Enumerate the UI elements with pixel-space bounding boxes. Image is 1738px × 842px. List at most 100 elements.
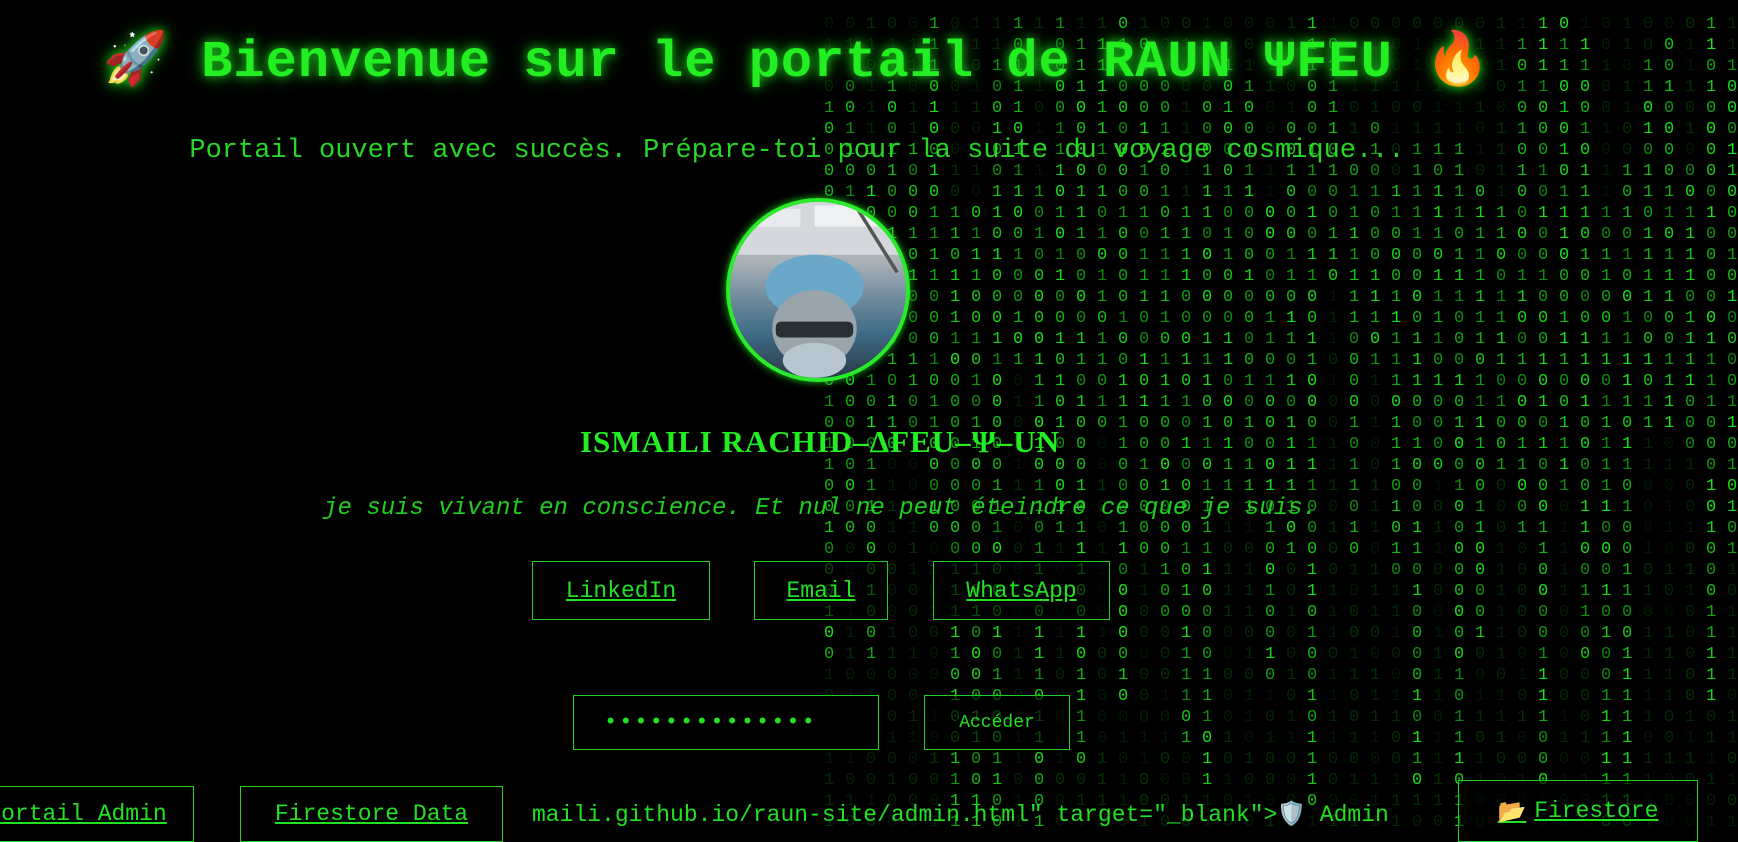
matrix-digit: 0 (1076, 309, 1086, 328)
matrix-digit: 0 (1118, 330, 1128, 349)
matrix-digit: 1 (1286, 309, 1296, 328)
matrix-digit: 0 (1706, 141, 1716, 160)
matrix-digit: 0 (1538, 246, 1548, 265)
matrix-digit: 1 (1454, 267, 1464, 286)
matrix-digit: 1 (1664, 498, 1674, 517)
matrix-digit: 0 (1181, 708, 1191, 727)
matrix-digit: 1 (992, 246, 1002, 265)
matrix-digit: 1 (1412, 330, 1422, 349)
matrix-digit: 1 (1013, 183, 1023, 202)
whatsapp-link[interactable]: WhatsApp (933, 561, 1110, 620)
firestore-link[interactable]: 📂 Firestore (1458, 780, 1698, 842)
matrix-digit: 0 (1265, 288, 1275, 307)
portal-admin-link[interactable]: Portail Admin (0, 786, 194, 842)
matrix-digit: 0 (1076, 645, 1086, 664)
matrix-digit: 0 (1706, 498, 1716, 517)
matrix-digit: 1 (1349, 267, 1359, 286)
matrix-digit: 0 (1685, 15, 1695, 34)
matrix-digit: 0 (1055, 477, 1065, 496)
matrix-digit: 1 (1370, 666, 1380, 685)
matrix-digit: 1 (1328, 309, 1338, 328)
matrix-digit: 0 (929, 645, 939, 664)
matrix-digit: 1 (1601, 246, 1611, 265)
matrix-digit: 1 (1160, 246, 1170, 265)
matrix-digit: 0 (1412, 267, 1422, 286)
matrix-digit: 1 (1370, 183, 1380, 202)
matrix-digit: 0 (1601, 372, 1611, 391)
matrix-digit: 0 (1727, 99, 1737, 118)
matrix-digit: 0 (971, 645, 981, 664)
matrix-digit: 0 (1265, 204, 1275, 223)
matrix-digit: 0 (1643, 519, 1653, 538)
matrix-digit: 0 (1391, 477, 1401, 496)
matrix-digit: 1 (845, 750, 855, 769)
matrix-digit: 1 (1349, 666, 1359, 685)
matrix-digit: 0 (1643, 477, 1653, 496)
email-link[interactable]: Email (754, 561, 888, 620)
matrix-digit: 1 (1076, 351, 1086, 370)
linkedin-link[interactable]: LinkedIn (532, 561, 710, 620)
matrix-digit: 1 (1643, 687, 1653, 706)
matrix-digit: 1 (950, 771, 960, 790)
matrix-digit: 0 (950, 246, 960, 265)
matrix-digit: 1 (1391, 288, 1401, 307)
matrix-digit: 1 (1475, 225, 1485, 244)
matrix-digit: 0 (1601, 15, 1611, 34)
matrix-digit: 0 (1643, 729, 1653, 748)
matrix-digit: 0 (1517, 330, 1527, 349)
matrix-digit: 1 (1643, 351, 1653, 370)
matrix-digit: 0 (1538, 477, 1548, 496)
matrix-digit: 1 (1223, 603, 1233, 622)
matrix-digit: 1 (1097, 330, 1107, 349)
matrix-digit: 1 (866, 372, 876, 391)
matrix-digit: 1 (1370, 267, 1380, 286)
matrix-digit: 0 (1118, 351, 1128, 370)
matrix-digit: 1 (1643, 57, 1653, 76)
matrix-digit: 1 (1391, 771, 1401, 790)
matrix-digit: 1 (1307, 246, 1317, 265)
matrix-digit: 0 (887, 561, 897, 580)
access-button[interactable]: Accéder (924, 695, 1070, 750)
matrix-digit: 0 (1685, 393, 1695, 412)
matrix-digit: 1 (1706, 393, 1716, 412)
matrix-digit: 0 (1706, 267, 1716, 286)
matrix-digit: 0 (845, 666, 855, 685)
matrix-digit: 1 (1076, 687, 1086, 706)
matrix-digit: 0 (1391, 729, 1401, 748)
matrix-digit: 0 (908, 393, 918, 412)
matrix-digit: 0 (1139, 687, 1149, 706)
matrix-digit: 1 (1643, 582, 1653, 601)
matrix-digit: 1 (1391, 792, 1401, 811)
matrix-digit: 1 (1097, 288, 1107, 307)
matrix-digit: 1 (887, 477, 897, 496)
matrix-digit: 1 (1349, 477, 1359, 496)
matrix-digit: 0 (1538, 183, 1548, 202)
matrix-digit: 1 (1391, 708, 1401, 727)
matrix-digit: 1 (1202, 708, 1212, 727)
matrix-digit: 0 (1664, 225, 1674, 244)
matrix-digit: 0 (845, 477, 855, 496)
matrix-digit: 1 (908, 708, 918, 727)
matrix-digit: 1 (1223, 183, 1233, 202)
page-subtitle: Portail ouvert avec succès. Prépare-toi … (189, 136, 1405, 166)
firestore-data-link[interactable]: Firestore Data (240, 786, 503, 842)
matrix-digit: 1 (1559, 204, 1569, 223)
password-input[interactable] (573, 695, 879, 750)
matrix-digit: 0 (1286, 687, 1296, 706)
matrix-digit: 0 (1307, 645, 1317, 664)
matrix-digit: 0 (1139, 477, 1149, 496)
matrix-digit: 0 (1496, 99, 1506, 118)
matrix-digit: 0 (1244, 351, 1254, 370)
matrix-digit: 0 (1139, 225, 1149, 244)
matrix-digit: 0 (1202, 582, 1212, 601)
matrix-digit: 0 (1118, 225, 1128, 244)
matrix-digit: 1 (1055, 204, 1065, 223)
matrix-digit: 0 (887, 99, 897, 118)
matrix-digit: 0 (929, 372, 939, 391)
matrix-digit: 1 (1265, 183, 1275, 202)
matrix-digit: 0 (1328, 183, 1338, 202)
matrix-digit: 1 (1601, 729, 1611, 748)
matrix-digit: 1 (1706, 36, 1716, 55)
matrix-digit: 0 (866, 624, 876, 643)
matrix-digit: 1 (1727, 708, 1737, 727)
